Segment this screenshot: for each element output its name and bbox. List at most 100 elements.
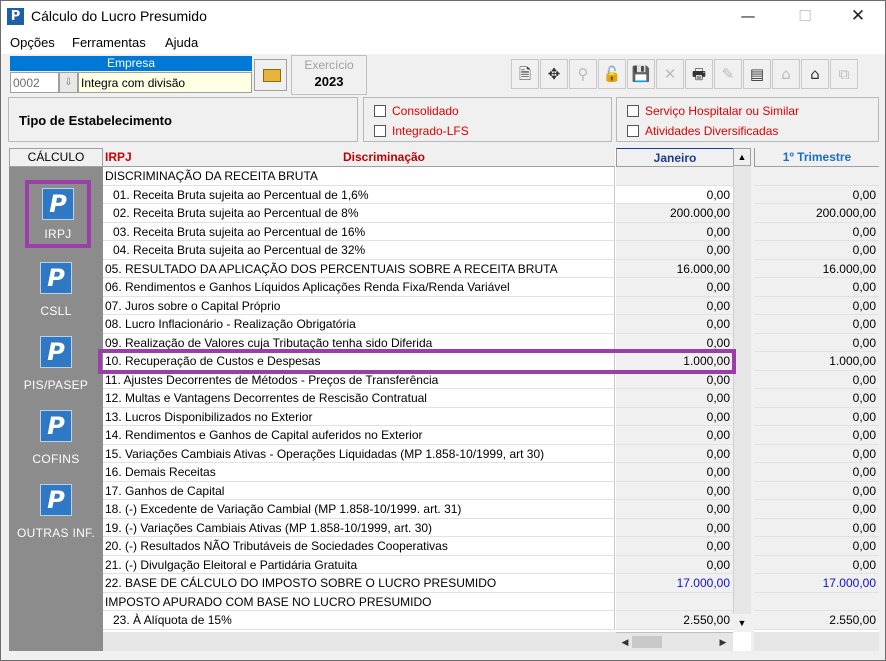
janeiro-cell[interactable]: 0,00: [616, 185, 733, 204]
search-button[interactable]: ⚲: [569, 59, 597, 89]
trimestre-cell: [754, 592, 879, 611]
export-button[interactable]: ⌂: [772, 59, 800, 89]
checkbox-servico-hospitalar[interactable]: Serviço Hospitalar ou Similar: [627, 104, 799, 118]
trimestre-cell: 17.000,00: [754, 574, 879, 593]
document-button[interactable]: 🗎: [511, 59, 539, 89]
table-row[interactable]: 17. Ganhos de Capital 0,00 0,00: [103, 481, 879, 500]
close-button[interactable]: ✕: [835, 1, 881, 32]
open-folder-button[interactable]: [254, 59, 287, 91]
janeiro-cell[interactable]: 0,00: [616, 222, 733, 241]
janeiro-cell[interactable]: 200.000,00: [616, 204, 733, 223]
calc-cofins-button[interactable]: P COFINS: [9, 410, 103, 478]
table-row[interactable]: 21. (-) Divulgação Eleitoral e Partidári…: [103, 555, 879, 574]
scroll-right-arrow-icon[interactable]: ▶: [716, 635, 730, 649]
trimestre-cell: 0,00: [754, 481, 879, 500]
table-row[interactable]: 15. Variações Cambiais Ativas - Operaçõe…: [103, 444, 879, 463]
janeiro-cell[interactable]: 0,00: [616, 444, 733, 463]
menu-ferramentas[interactable]: Ferramentas: [72, 35, 146, 50]
table-row[interactable]: 04. Receita Bruta sujeita ao Percentual …: [103, 241, 879, 260]
delete-button[interactable]: ✕: [656, 59, 684, 89]
exercicio-box[interactable]: Exercício 2023: [291, 55, 367, 95]
janeiro-cell[interactable]: 17.000,00: [616, 574, 733, 593]
scroll-left-arrow-icon[interactable]: ◀: [618, 635, 632, 649]
row-description: 22. BASE DE CÁLCULO DO IMPOSTO SOBRE O L…: [103, 574, 615, 593]
table-row[interactable]: 01. Receita Bruta sujeita ao Percentual …: [103, 185, 879, 204]
table-row[interactable]: 12. Multas e Vantagens Decorrentes de Re…: [103, 389, 879, 408]
menu-opcoes[interactable]: Opções: [10, 35, 55, 50]
janeiro-cell[interactable]: 0,00: [616, 241, 733, 260]
horizontal-scrollbar[interactable]: ◀ ▶: [616, 632, 733, 651]
table-row[interactable]: 14. Rendimentos e Ganhos de Capital aufe…: [103, 426, 879, 445]
empresa-lookup-button[interactable]: ⇩: [59, 72, 78, 93]
janeiro-cell[interactable]: 0,00: [616, 481, 733, 500]
table-row[interactable]: 20. (-) Resultados NÃO Tributáveis de So…: [103, 537, 879, 556]
unlock-button[interactable]: 🔓: [598, 59, 626, 89]
table-row[interactable]: 18. (-) Excedente de Variação Cambial (M…: [103, 500, 879, 519]
checkbox-integrado-lfs-label: Integrado-LFS: [392, 124, 469, 138]
table-row[interactable]: 02. Receita Bruta sujeita ao Percentual …: [103, 204, 879, 223]
print-button[interactable]: 🖶: [685, 59, 713, 89]
save-button[interactable]: 💾: [627, 59, 655, 89]
row-description: 23. À Alíquota de 15%: [103, 611, 615, 630]
import-button[interactable]: ⌂: [801, 59, 829, 89]
table-row[interactable]: 23. À Alíquota de 15% 2.550,00 2.550,00: [103, 611, 879, 630]
scroll-down-arrow-icon[interactable]: ▼: [733, 614, 751, 632]
minimize-button[interactable]: —: [725, 1, 771, 32]
janeiro-cell[interactable]: 0,00: [616, 463, 733, 482]
janeiro-cell[interactable]: 0,00: [616, 537, 733, 556]
janeiro-cell[interactable]: 0,00: [616, 555, 733, 574]
janeiro-cell[interactable]: 0,00: [616, 389, 733, 408]
table-row[interactable]: DISCRIMINAÇÃO DA RECEITA BRUTA: [103, 167, 879, 186]
row-description: IMPOSTO APURADO COM BASE NO LUCRO PRESUM…: [103, 592, 615, 611]
tipo-options-left: Consolidado Integrado-LFS: [363, 97, 612, 142]
tipo-estabelecimento-title: Tipo de Estabelecimento: [19, 113, 172, 128]
janeiro-cell[interactable]: [616, 592, 733, 611]
table-row[interactable]: 03. Receita Bruta sujeita ao Percentual …: [103, 222, 879, 241]
empresa-code-field[interactable]: 0002: [10, 72, 59, 93]
checkbox-atividades-diversificadas[interactable]: Atividades Diversificadas: [627, 124, 778, 138]
sign-button[interactable]: ✎: [714, 59, 742, 89]
janeiro-cell[interactable]: 2.550,00: [616, 611, 733, 630]
vertical-scrollbar[interactable]: [733, 166, 751, 623]
janeiro-cell[interactable]: 0,00: [616, 278, 733, 297]
janeiro-cell[interactable]: 16.000,00: [616, 259, 733, 278]
calc-outras-inf-button[interactable]: P OUTRAS INF.: [9, 484, 103, 552]
calc-irpj-button[interactable]: P IRPJ: [25, 180, 91, 248]
janeiro-cell[interactable]: 0,00: [616, 518, 733, 537]
calc-pis-pasep-button[interactable]: P PIS/PASEP: [9, 336, 103, 404]
table-row[interactable]: 16. Demais Receitas 0,00 0,00: [103, 463, 879, 482]
window-title: Cálculo do Lucro Presumido: [31, 8, 207, 24]
navigate-button[interactable]: ✥: [540, 59, 568, 89]
report-button[interactable]: ▤: [743, 59, 771, 89]
horizontal-scroll-thumb[interactable]: [632, 636, 662, 648]
row-description: 16. Demais Receitas: [103, 463, 615, 482]
calc-csll-button[interactable]: P CSLL: [9, 262, 103, 330]
row-description: 13. Lucros Disponibilizados no Exterior: [103, 407, 615, 426]
table-row[interactable]: 06. Rendimentos e Ganhos Líquidos Aplica…: [103, 278, 879, 297]
table-row[interactable]: 19. (-) Variações Cambiais Ativas (MP 1.…: [103, 518, 879, 537]
janeiro-cell[interactable]: [616, 167, 733, 186]
janeiro-cell[interactable]: 0,00: [616, 296, 733, 315]
janeiro-cell[interactable]: 0,00: [616, 500, 733, 519]
empresa-name-field[interactable]: Integra com divisão: [78, 72, 252, 93]
checkbox-integrado-lfs[interactable]: Integrado-LFS: [374, 124, 469, 138]
janeiro-cell[interactable]: 0,00: [616, 407, 733, 426]
table-row[interactable]: 08. Lucro Inflacionário - Realização Obr…: [103, 315, 879, 334]
checkbox-consolidado[interactable]: Consolidado: [374, 104, 459, 118]
table-row[interactable]: 07. Juros sobre o Capital Próprio 0,00 0,0…: [103, 296, 879, 315]
table-row[interactable]: IMPOSTO APURADO COM BASE NO LUCRO PRESUM…: [103, 592, 879, 611]
janeiro-cell[interactable]: 0,00: [616, 315, 733, 334]
copy-button[interactable]: ⧉: [830, 59, 858, 89]
table-row[interactable]: 22. BASE DE CÁLCULO DO IMPOSTO SOBRE O L…: [103, 574, 879, 593]
scroll-up-arrow-icon[interactable]: ▲: [733, 148, 751, 166]
row-description: 20. (-) Resultados NÃO Tributáveis de So…: [103, 537, 615, 556]
row-description: 02. Receita Bruta sujeita ao Percentual …: [103, 204, 615, 223]
janeiro-cell[interactable]: 0,00: [616, 426, 733, 445]
table-row[interactable]: 05. RESULTADO DA APLICAÇÃO DOS PERCENTUA…: [103, 259, 879, 278]
table-row[interactable]: 13. Lucros Disponibilizados no Exterior 0…: [103, 407, 879, 426]
export-icon: ⌂: [781, 65, 791, 83]
trimestre-cell: 0,00: [754, 241, 879, 260]
menu-ajuda[interactable]: Ajuda: [165, 35, 198, 50]
maximize-button[interactable]: ☐: [782, 1, 828, 32]
trimestre-cell: 0,00: [754, 389, 879, 408]
